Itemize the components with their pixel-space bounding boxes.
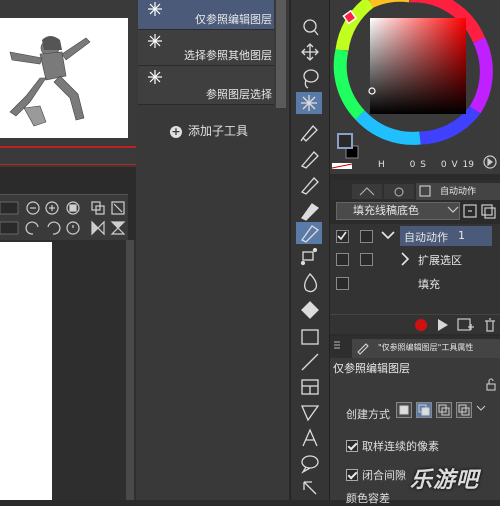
record-icon[interactable]: [415, 319, 427, 331]
h-value: 0: [409, 160, 416, 170]
watermark-logo: 乐游吧: [410, 468, 480, 493]
option-label: 取样连续的像素: [362, 440, 439, 453]
delete-icon[interactable]: [485, 318, 495, 332]
create-mode-add-selection-button[interactable]: [416, 402, 432, 418]
flip-vertical-icon[interactable]: [110, 221, 126, 235]
option-checkbox[interactable]: [346, 469, 358, 481]
subtool-label: 仅参照编辑图层: [195, 13, 272, 26]
rotate-right-icon[interactable]: [47, 221, 61, 235]
tab-navigation[interactable]: [384, 184, 414, 199]
action-label: 填充: [418, 278, 440, 291]
action-dialog-checkbox[interactable]: [360, 230, 373, 243]
new-set-icon[interactable]: [463, 204, 477, 218]
navigator-toolbar: [0, 194, 128, 240]
auto-select-icon: [148, 34, 162, 48]
create-mode-new-selection-button[interactable]: [396, 402, 412, 418]
zoom-in-icon[interactable]: [45, 201, 59, 215]
v-value: 19: [462, 160, 474, 170]
option-checkbox[interactable]: [346, 440, 358, 452]
tool-palette: [290, 0, 330, 500]
subtool-item-refer-other-layers[interactable]: 选择参照其他图层: [138, 30, 274, 66]
auto-select-icon: [148, 2, 162, 16]
saturation-value-square[interactable]: [370, 18, 466, 114]
canvas-paper[interactable]: [0, 242, 52, 500]
action-dialog-checkbox[interactable]: [360, 253, 373, 266]
option-label: 闭合间隙: [362, 469, 406, 482]
v-label: V: [451, 160, 458, 170]
action-number: 1: [458, 229, 465, 242]
zoom-slider[interactable]: [0, 201, 19, 215]
fullscreen-icon[interactable]: [111, 201, 125, 215]
option-close-gaps[interactable]: 闭合间隙: [346, 467, 406, 483]
rotate-left-icon[interactable]: [25, 221, 39, 235]
action-enable-checkbox[interactable]: [336, 230, 349, 243]
flip-horizontal-icon[interactable]: [91, 220, 105, 236]
zoom-out-icon[interactable]: [26, 201, 40, 215]
subtool-item-edit-layer-only[interactable]: 仅参照编辑图层: [138, 0, 274, 30]
option-color-tolerance[interactable]: 颜色容差: [346, 490, 390, 506]
duplicate-set-icon[interactable]: [481, 204, 496, 219]
tool-property-title: "仅参照编辑图层"工具属性: [378, 343, 474, 352]
auto-action-set-dropdown[interactable]: 填充线稿底色: [336, 202, 460, 220]
create-mode-label: 创建方式: [346, 408, 390, 421]
add-action-icon[interactable]: [457, 318, 474, 331]
auto-action-tab-label: 自动动作: [440, 187, 477, 197]
tab-history[interactable]: [352, 184, 382, 199]
auto-action-footer: [330, 314, 500, 334]
s-label: S: [420, 160, 426, 170]
transparent-color-icon[interactable]: [331, 163, 353, 169]
option-sample-contiguous[interactable]: 取样连续的像素: [346, 438, 439, 454]
navigator-frame-line: [0, 146, 136, 148]
main-color-swatch[interactable]: [337, 133, 353, 149]
action-label: 自动动作: [404, 231, 448, 244]
subtool-item-reference-layer[interactable]: 参照图层选择: [138, 66, 274, 105]
h-label: H: [378, 160, 385, 170]
subtool-scrollbar[interactable]: [276, 0, 286, 108]
lock-icon[interactable]: [486, 378, 496, 391]
action-enable-checkbox[interactable]: [336, 253, 349, 266]
rotate-slider[interactable]: [0, 221, 19, 235]
subtool-label: 选择参照其他图层: [184, 49, 272, 62]
add-subtool-label: 添加子工具: [188, 124, 249, 138]
hsv-readout: H 0 S 0 V 19: [378, 160, 500, 174]
add-subtool-button[interactable]: + 添加子工具: [170, 122, 248, 140]
canvas-scrollbar[interactable]: [126, 240, 134, 500]
action-enable-checkbox[interactable]: [336, 277, 349, 290]
create-mode-intersect-selection-button[interactable]: [456, 402, 472, 418]
s-value: 0: [440, 160, 447, 170]
subtool-name: 仅参照编辑图层: [333, 362, 410, 375]
subtool-label: 参照图层选择: [206, 88, 272, 101]
plus-icon: +: [170, 124, 182, 138]
navigator-preview-image[interactable]: [0, 18, 128, 138]
auto-select-icon: [148, 70, 162, 84]
play-icon[interactable]: [438, 319, 448, 331]
fit-screen-icon[interactable]: [91, 201, 105, 215]
create-mode-subtract-selection-button[interactable]: [436, 402, 452, 418]
action-label: 扩展选区: [418, 254, 462, 267]
reset-rotation-icon[interactable]: [66, 221, 80, 235]
stop-icon[interactable]: [66, 201, 80, 215]
navigator-frame-line: [0, 164, 136, 165]
color-wheel-panel: [330, 0, 500, 174]
